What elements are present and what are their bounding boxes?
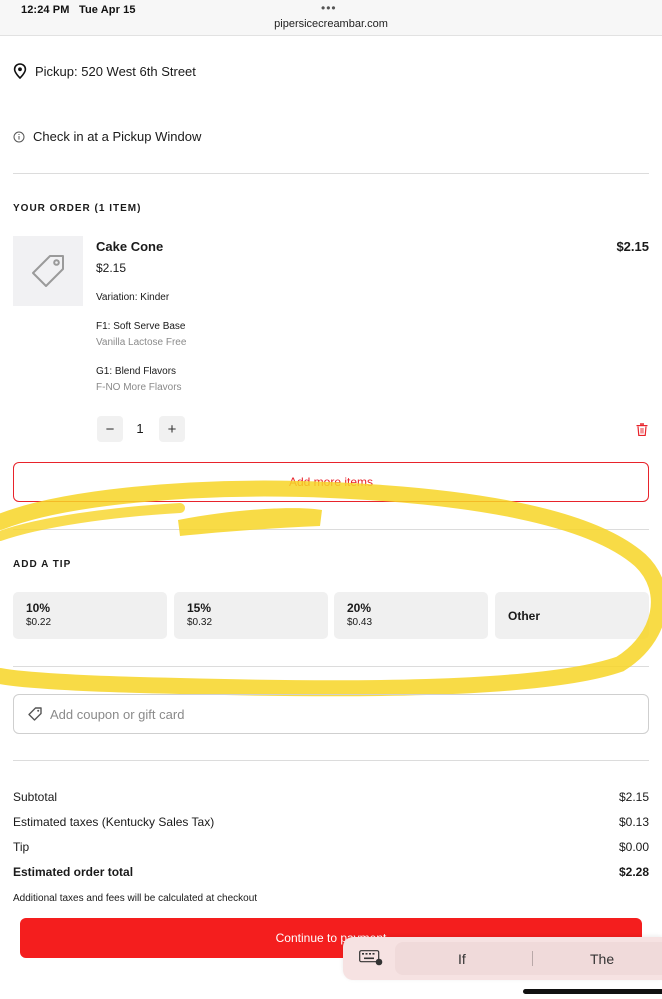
coupon-tag-icon [28,707,42,721]
tip-percent: 15% [187,601,212,615]
item-thumbnail [13,236,83,306]
item-unit-price: $2.15 [96,261,127,275]
price-tag-icon [32,255,64,287]
tip-amount: $0.43 [347,617,373,628]
divider [13,529,649,530]
increment-quantity-button[interactable]: + [159,416,185,442]
quantity-value: 1 [136,421,144,436]
more-dots-icon[interactable]: ••• [321,1,337,15]
pickup-address: Pickup: 520 West 6th Street [35,63,196,79]
total-label: Estimated order total [13,865,134,879]
tip-option-20[interactable]: 20% $0.43 [334,592,488,639]
item-modifier-value: F-NO More Flavors [96,382,182,393]
suggestion-pill [395,942,662,975]
tip-option-10[interactable]: 10% $0.22 [13,592,167,639]
browser-status-bar: 12:24 PM Tue Apr 15 ••• pipersicecreamba… [0,0,662,36]
home-indicator [523,989,662,994]
checkout-note: Additional taxes and fees will be calcul… [13,893,258,904]
subtotal-value: $2.15 [618,790,649,804]
tip-amount: $0.22 [26,617,52,628]
item-modifier-value: Vanilla Lactose Free [96,337,187,348]
tip-amount: $0.32 [187,617,213,628]
divider [13,173,649,174]
tip-row: Tip $0.00 [13,840,649,854]
tip-section-title: ADD A TIP [13,559,72,570]
suggestion-word[interactable]: The [590,951,614,967]
item-name[interactable]: Cake Cone [96,239,163,254]
checkin-label: Check in at a Pickup Window [33,129,202,144]
info-icon [13,131,25,142]
order-section-title: YOUR ORDER (1 ITEM) [13,203,142,214]
pickup-row: Pickup: 520 West 6th Street [13,63,196,79]
tip-option-other[interactable]: Other [495,592,649,639]
divider [13,666,649,667]
item-line-total: $2.15 [616,239,649,254]
taxes-row: Estimated taxes (Kentucky Sales Tax) $0.… [13,815,649,829]
suggestion-word[interactable]: If [458,951,466,967]
trash-icon[interactable] [636,423,648,436]
taxes-label: Estimated taxes (Kentucky Sales Tax) [13,815,215,829]
keyboard-suggestion-bar: If The [343,937,662,980]
tip-percent: 10% [26,601,51,615]
add-more-items-button[interactable]: Add more items [13,462,649,502]
item-variation: Variation: Kinder [96,292,170,303]
decrement-quantity-button[interactable]: − [97,416,123,442]
address-url[interactable]: pipersicecreambar.com [0,18,662,30]
item-modifier-label: F1: Soft Serve Base [96,321,186,332]
keyboard-icon[interactable] [359,950,383,966]
tip-percent: 20% [347,601,372,615]
subtotal-row: Subtotal $2.15 [13,790,649,804]
checkin-row: Check in at a Pickup Window [13,129,201,144]
tip-label: Tip [13,840,30,854]
subtotal-label: Subtotal [13,790,58,804]
divider [13,760,649,761]
item-modifier-label: G1: Blend Flavors [96,366,177,377]
total-value: $2.28 [618,865,649,879]
status-time: 12:24 PM Tue Apr 15 [21,4,136,16]
taxes-value: $0.13 [618,815,649,829]
coupon-field[interactable] [13,694,649,734]
location-pin-icon [13,63,27,79]
tip-value: $0.00 [618,840,649,854]
coupon-input[interactable] [50,706,610,722]
total-row: Estimated order total $2.28 [13,865,649,879]
suggestion-separator [532,951,533,966]
tip-option-15[interactable]: 15% $0.32 [174,592,328,639]
